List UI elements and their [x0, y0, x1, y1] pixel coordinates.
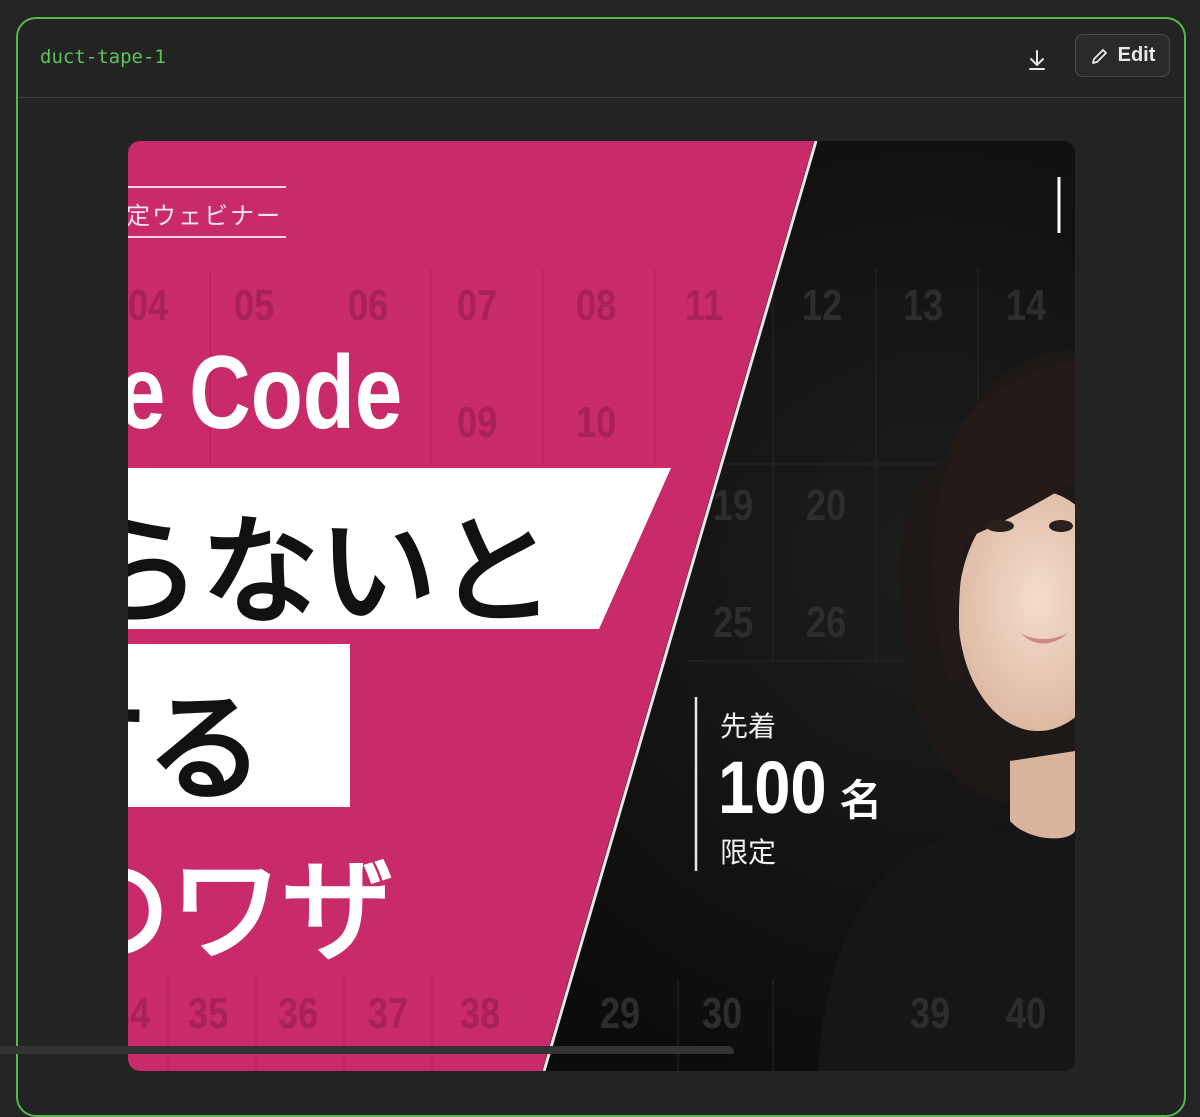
limit-bottom-text: 限定 [720, 836, 777, 869]
cal-12: 12 [802, 281, 843, 330]
cal-20: 20 [806, 481, 847, 530]
cal-07: 07 [457, 281, 498, 330]
cal-29: 29 [600, 989, 641, 1038]
pencil-icon [1091, 48, 1107, 64]
limit-number: 100 [718, 746, 827, 829]
download-button[interactable] [1020, 43, 1054, 77]
cal-19: 19 [713, 481, 754, 530]
cal-14: 14 [1006, 281, 1047, 330]
title-line-2: らないと [128, 503, 556, 641]
cal-09: 09 [457, 398, 498, 447]
cal-39: 39 [910, 989, 951, 1038]
file-name: duct-tape-1 [40, 46, 166, 68]
cal-34: 34 [128, 989, 151, 1038]
cal-04: 04 [128, 281, 169, 330]
cal-26: 26 [806, 598, 847, 647]
title-line-1: e Code [128, 335, 403, 451]
cal-38: 38 [460, 989, 501, 1038]
limit-top-text: 先着 [720, 710, 777, 743]
title-line-4: のワザ [128, 847, 394, 977]
bottom-scrollbar[interactable] [0, 1046, 734, 1054]
banner-image: 04 05 06 07 08 11 12 13 14 09 10 19 20 2… [128, 141, 1075, 1071]
edit-label: Edit [1117, 44, 1156, 66]
cal-11: 11 [685, 281, 724, 330]
cal-35: 35 [188, 989, 229, 1038]
download-icon [1029, 50, 1045, 70]
cal-37: 37 [368, 989, 409, 1038]
cal-36: 36 [278, 989, 319, 1038]
cal-06: 06 [348, 281, 389, 330]
cal-10: 10 [576, 398, 617, 447]
cal-08: 08 [576, 281, 617, 330]
cal-05: 05 [234, 281, 275, 330]
limit-unit: 名 [840, 776, 883, 825]
webinar-badge: 定ウェビナー [128, 202, 282, 230]
cal-30: 30 [702, 989, 743, 1038]
cal-25: 25 [713, 598, 754, 647]
cal-13: 13 [903, 281, 944, 330]
card-header: duct-tape-1 Edit [18, 19, 1184, 98]
title-line-3: する [128, 680, 265, 818]
edit-button[interactable]: Edit [1075, 34, 1170, 77]
cal-40: 40 [1006, 989, 1047, 1038]
